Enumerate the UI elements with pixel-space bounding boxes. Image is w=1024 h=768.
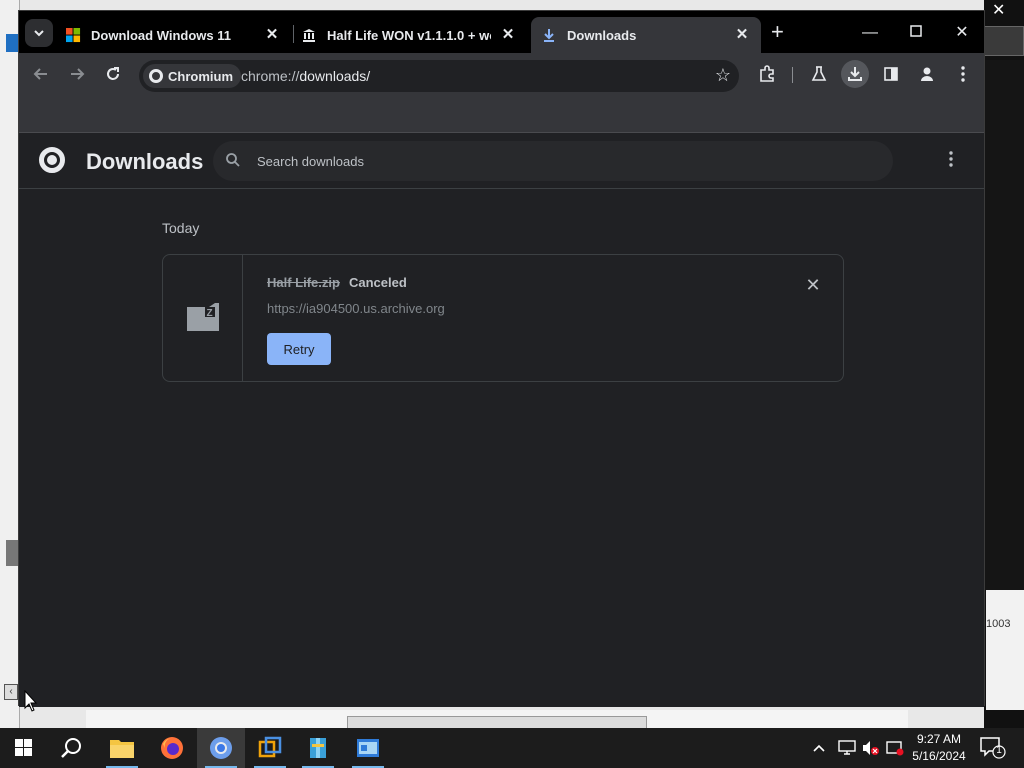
tab-download-windows[interactable]: Download Windows 11 ✕ [65,17,291,53]
file-icon-cell: Z [163,255,243,381]
file-explorer-icon[interactable] [98,728,146,768]
taskbar-clock[interactable]: 9:27 AM 5/16/2024 [904,731,974,765]
browser-toolbar: Chromium chrome://downloads/ ☆ [19,53,984,95]
notifications-icon[interactable]: 1 [980,736,1006,760]
download-source-link[interactable]: https://ia904500.us.archive.org [267,301,445,316]
browser-window: Download Windows 11 ✕ Half Life WON v1.1… [18,10,985,707]
search-input[interactable] [257,151,857,171]
profile-icon[interactable] [913,60,941,88]
address-bar[interactable]: Chromium chrome://downloads/ ☆ [139,60,739,92]
start-windows-icon[interactable] [0,728,48,768]
chromium-taskbar-icon[interactable] [197,728,245,768]
search-icon [225,152,241,173]
background-panel-text: 1003 [986,618,1011,630]
date-group-label: Today [162,220,200,236]
chevron-down-icon [34,30,44,37]
close-window-icon[interactable]: ✕ [939,19,985,47]
remove-item-icon[interactable]: ✕ [803,275,823,295]
action-center-flag-icon[interactable] [886,728,904,768]
downloads-list: Today Z Half Life.zip Canceled https://i… [19,190,984,707]
clock-date: 5/16/2024 [912,749,966,763]
downloads-search[interactable] [213,141,893,181]
search-taskbar-icon[interactable] [48,728,96,768]
chromium-icon [149,69,163,83]
side-panel-icon[interactable] [877,60,905,88]
clock-time: 9:27 AM [916,732,962,746]
tab-strip: Download Windows 11 ✕ Half Life WON v1.1… [19,11,984,53]
tab-search-button[interactable] [25,19,53,47]
maximize-icon[interactable] [893,19,939,47]
minimize-icon[interactable]: — [847,19,893,47]
vmware-icon[interactable] [246,728,294,768]
show-hidden-icons-icon[interactable] [812,728,826,768]
tab-close-icon[interactable]: ✕ [733,26,751,44]
tab-separator [293,25,294,43]
svg-text:Z: Z [207,308,213,319]
background-window-body [984,60,1024,590]
bookmark-star-icon[interactable]: ☆ [715,65,731,86]
background-close-icon[interactable]: ✕ [992,0,1005,20]
retry-button[interactable]: Retry [267,333,331,365]
tab-title: Downloads [567,27,637,43]
background-window-right: ✕ 1003 [984,0,1024,728]
zip-file-icon: Z [187,303,219,336]
notification-count: 1 [996,745,1002,756]
control-panel-icon[interactable] [344,728,392,768]
tab-downloads[interactable]: Downloads ✕ [531,17,761,53]
menu-kebab-icon[interactable] [949,60,977,88]
firefox-icon[interactable] [148,728,196,768]
downloads-toolbar-icon[interactable] [841,60,869,88]
background-window-left: ‹ [0,0,20,728]
mouse-cursor-icon [24,690,38,712]
new-tab-icon[interactable]: + [771,21,784,43]
url-path: downloads/ [299,68,371,84]
chip-label: Chromium [168,68,233,84]
site-info-chip[interactable]: Chromium [143,64,241,88]
page-title: Downloads [86,149,204,174]
reload-icon[interactable] [99,60,127,88]
archive-app-icon[interactable] [294,728,342,768]
file-name-link[interactable]: Half Life.zip [267,275,340,290]
scroll-left-button[interactable]: ‹ [4,684,18,700]
url-scheme: chrome:// [241,68,300,84]
taskbar: 9:27 AM 5/16/2024 1 [0,728,1024,768]
toolbar-divider [792,67,793,83]
extensions-icon[interactable] [753,60,781,88]
labs-flask-icon[interactable] [805,60,833,88]
volume-muted-icon[interactable] [862,728,880,768]
chromium-logo-icon [39,147,65,173]
download-icon [541,27,557,43]
back-icon[interactable] [27,60,55,88]
url-text[interactable]: chrome://downloads/ [241,68,370,84]
bookmarks-bar [19,95,984,133]
windows-logo-icon [65,27,81,43]
tab-close-icon[interactable]: ✕ [499,26,517,44]
archive-building-icon [301,27,317,43]
more-actions-icon[interactable] [941,151,961,167]
tab-title: Download Windows 11 [91,27,232,43]
background-toolbar-block [984,26,1024,56]
download-status: Canceled [349,275,407,290]
tab-half-life[interactable]: Half Life WON v1.1.1.0 + workin ✕ [301,17,527,53]
download-item: Z Half Life.zip Canceled https://ia90450… [162,254,844,382]
tab-title: Half Life WON v1.1.1.0 + workin [327,27,491,43]
tab-close-icon[interactable]: ✕ [263,26,281,44]
forward-icon[interactable] [63,60,91,88]
background-panel: 1003 [986,590,1024,710]
network-icon[interactable] [838,728,856,768]
downloads-header: Downloads [19,133,984,189]
